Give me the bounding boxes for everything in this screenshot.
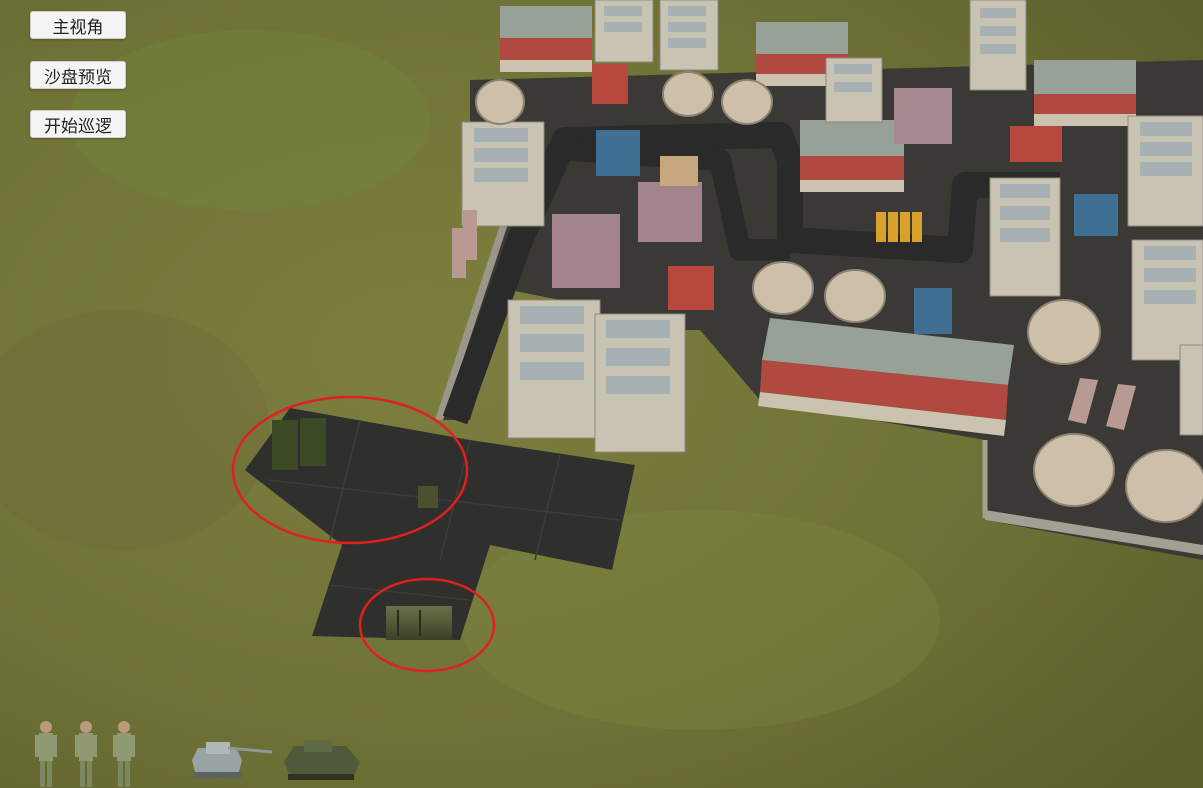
shed	[894, 88, 952, 144]
shed	[638, 182, 702, 242]
warehouse	[500, 6, 592, 72]
soldier-icon[interactable]	[75, 721, 97, 787]
main-view-button[interactable]: 主视角	[30, 11, 126, 39]
shed	[552, 214, 620, 288]
shed	[592, 64, 628, 104]
sandbox-preview-button[interactable]: 沙盘预览	[30, 61, 126, 89]
soldier-icon[interactable]	[113, 721, 135, 787]
shed	[668, 266, 714, 310]
unit-selection-bar	[35, 721, 360, 787]
warehouse	[1034, 60, 1136, 126]
start-patrol-button[interactable]: 开始巡逻	[30, 110, 126, 138]
tank-icon[interactable]	[284, 740, 360, 780]
shed	[1010, 126, 1062, 162]
artillery-vehicle-icon[interactable]	[192, 742, 273, 778]
game-viewport[interactable]	[0, 0, 1203, 788]
warehouse	[800, 120, 904, 192]
shed	[660, 156, 698, 186]
soldier-icon[interactable]	[35, 721, 57, 787]
